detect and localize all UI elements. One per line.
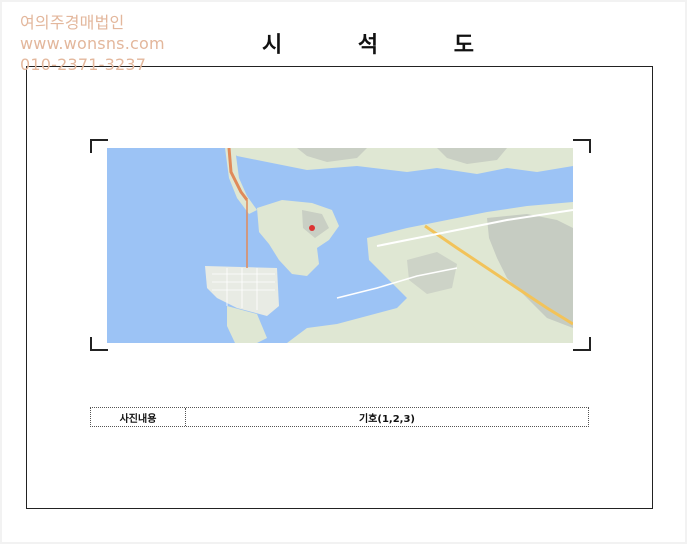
watermark-company: 여의주경매법인 [20, 13, 125, 32]
photo-caption-table: 사진내용 기호(1,2,3) [90, 407, 589, 427]
map-graphic [107, 148, 573, 343]
photo-corner-bottom-left [90, 337, 108, 351]
photo-corner-bottom-right [573, 337, 591, 351]
watermark: 여의주경매법인 www.wonsns.com 010-2371-3237 [20, 12, 165, 75]
watermark-phone: 010-2371-3237 [20, 55, 147, 74]
photo-corner-top-left [90, 139, 108, 153]
photo-corner-top-right [573, 139, 591, 153]
photo-caption-value: 기호(1,2,3) [358, 413, 415, 425]
location-map-image [107, 148, 573, 343]
document-title: 시 석 도 [262, 32, 509, 58]
watermark-website: www.wonsns.com [20, 34, 165, 53]
photo-caption-label: 사진내용 [91, 408, 186, 426]
